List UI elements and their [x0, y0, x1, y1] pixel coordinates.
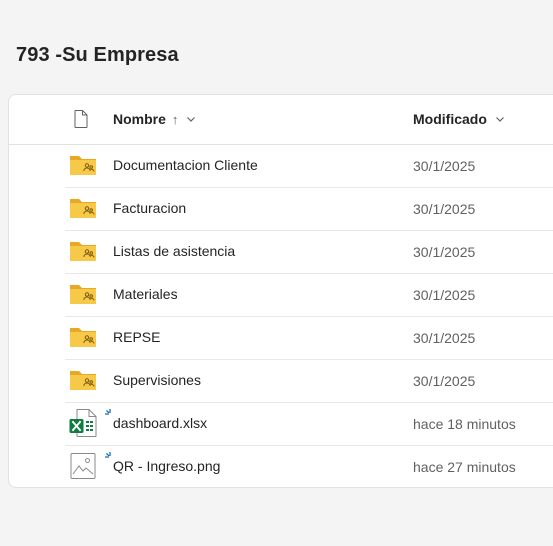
shared-folder-icon: [70, 199, 96, 218]
item-modified: 30/1/2025: [413, 158, 476, 174]
name-column-header[interactable]: Nombre ↑: [113, 111, 196, 127]
name-column-label: Nombre: [113, 111, 166, 127]
file-type-icon[interactable]: [74, 110, 88, 128]
list-item[interactable]: dashboard.xlsx hace 18 minutos: [65, 402, 553, 446]
file-list: Nombre ↑ Modificado Documentacion Client…: [8, 94, 553, 488]
image-file-icon: [70, 453, 96, 479]
item-modified: 30/1/2025: [413, 287, 476, 303]
item-modified: 30/1/2025: [413, 201, 476, 217]
shared-folder-icon: [70, 156, 96, 175]
item-name[interactable]: QR - Ingreso.png: [113, 458, 220, 474]
item-modified: hace 27 minutos: [413, 459, 516, 475]
modified-column-label: Modificado: [413, 111, 487, 127]
list-item[interactable]: QR - Ingreso.png hace 27 minutos: [65, 445, 553, 487]
chevron-down-icon: [495, 117, 504, 122]
page-title: 793 -Su Empresa: [16, 44, 179, 66]
list-item[interactable]: Listas de asistencia 30/1/2025: [65, 230, 553, 274]
item-name[interactable]: REPSE: [113, 329, 160, 345]
item-modified: 30/1/2025: [413, 330, 476, 346]
list-item[interactable]: Materiales 30/1/2025: [65, 273, 553, 317]
item-modified: 30/1/2025: [413, 244, 476, 260]
list-item[interactable]: Documentacion Cliente 30/1/2025: [65, 144, 553, 188]
item-name[interactable]: Materiales: [113, 286, 178, 302]
modified-column-header[interactable]: Modificado: [413, 111, 505, 127]
item-name[interactable]: Documentacion Cliente: [113, 157, 258, 173]
shared-folder-icon: [70, 285, 96, 304]
shared-folder-icon: [70, 328, 96, 347]
item-modified: 30/1/2025: [413, 373, 476, 389]
list-item[interactable]: Supervisiones 30/1/2025: [65, 359, 553, 403]
item-modified: hace 18 minutos: [413, 416, 516, 432]
file-list-header: Nombre ↑ Modificado: [9, 95, 553, 145]
shared-folder-icon: [70, 371, 96, 390]
excel-file-icon: [69, 409, 97, 437]
item-name[interactable]: Listas de asistencia: [113, 243, 235, 259]
chevron-down-icon: [187, 117, 196, 122]
item-name[interactable]: Facturacion: [113, 200, 186, 216]
item-name[interactable]: dashboard.xlsx: [113, 415, 207, 431]
list-item[interactable]: Facturacion 30/1/2025: [65, 187, 553, 231]
item-name[interactable]: Supervisiones: [113, 372, 201, 388]
shared-folder-icon: [70, 242, 96, 261]
sort-ascending-icon: ↑: [171, 111, 179, 127]
list-item[interactable]: REPSE 30/1/2025: [65, 316, 553, 360]
